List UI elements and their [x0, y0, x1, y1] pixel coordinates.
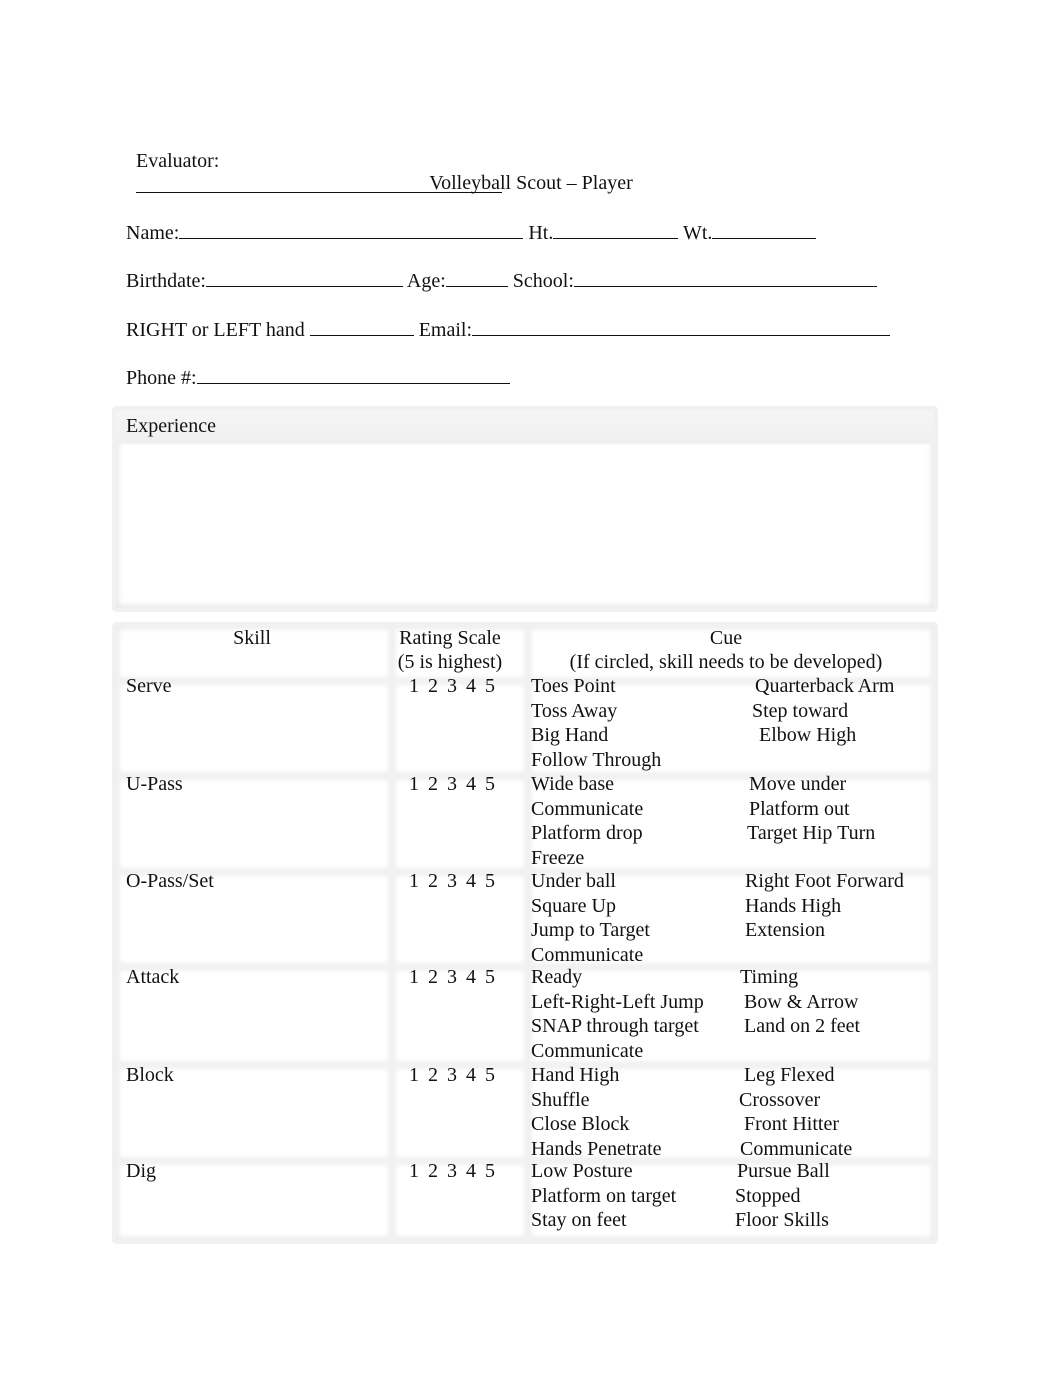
- cue-item[interactable]: Communicate: [531, 797, 643, 822]
- cue-item[interactable]: Stay on feet: [531, 1208, 627, 1233]
- skill-name: Attack: [126, 966, 180, 988]
- cue-item[interactable]: Ready: [531, 965, 582, 990]
- column-divider: [388, 626, 396, 1240]
- phone-label: Phone #:: [126, 367, 197, 389]
- header-rating-line1: Rating Scale: [399, 627, 501, 649]
- rating-scale[interactable]: 1 2 3 4 5: [409, 674, 495, 698]
- hand-email-row: RIGHT or LEFT hand Email:: [126, 316, 891, 342]
- email-blank[interactable]: [472, 316, 891, 336]
- birthdate-blank[interactable]: [205, 267, 403, 287]
- cue-item[interactable]: Extension: [745, 918, 825, 943]
- row-divider: [116, 963, 934, 971]
- weight-label: Wt.: [682, 222, 713, 244]
- height-blank[interactable]: [553, 219, 679, 239]
- cue-item[interactable]: Wide base: [531, 772, 614, 797]
- header-skill: Skill: [233, 627, 271, 649]
- skill-name: Dig: [126, 1160, 156, 1182]
- cue-item[interactable]: Toss Away: [531, 699, 617, 724]
- cue-item[interactable]: Quarterback Arm: [755, 674, 894, 699]
- cue-item[interactable]: Floor Skills: [735, 1208, 829, 1233]
- cue-item[interactable]: Platform on target: [531, 1184, 676, 1209]
- cue-item[interactable]: Move under: [749, 772, 846, 797]
- cue-item[interactable]: Hands Penetrate: [531, 1137, 662, 1162]
- cue-item[interactable]: Big Hand: [531, 723, 608, 748]
- experience-label: Experience: [126, 415, 216, 437]
- cue-item[interactable]: Toes Point: [531, 674, 616, 699]
- cue-item[interactable]: Close Block: [531, 1112, 629, 1137]
- rating-scale[interactable]: 1 2 3 4 5: [409, 965, 495, 989]
- height-label: Ht.: [528, 222, 554, 244]
- experience-header-band: [116, 410, 934, 444]
- cue-item[interactable]: Elbow High: [759, 723, 856, 748]
- rating-scale[interactable]: 1 2 3 4 5: [409, 772, 495, 796]
- cue-item[interactable]: Platform out: [749, 797, 850, 822]
- age-label: Age:: [406, 270, 446, 292]
- name-blank[interactable]: [179, 219, 524, 239]
- cue-item[interactable]: Follow Through: [531, 748, 661, 773]
- hand-label: RIGHT or LEFT hand: [126, 319, 305, 341]
- weight-blank[interactable]: [712, 219, 817, 239]
- birthdate-row: Birthdate: Age: School:: [126, 267, 877, 293]
- cue-item[interactable]: Under ball: [531, 869, 616, 894]
- cue-item[interactable]: Crossover: [739, 1088, 820, 1113]
- cue-item[interactable]: Leg Flexed: [744, 1063, 835, 1088]
- cue-item[interactable]: Land on 2 feet: [744, 1014, 860, 1039]
- cue-item[interactable]: Low Posture: [531, 1159, 633, 1184]
- cue-item[interactable]: Target Hip Turn: [747, 821, 875, 846]
- phone-blank[interactable]: [196, 364, 510, 384]
- cue-item[interactable]: Shuffle: [531, 1088, 590, 1113]
- cue-item[interactable]: Square Up: [531, 894, 616, 919]
- cue-item[interactable]: Communicate: [531, 943, 643, 968]
- cue-item[interactable]: Pursue Ball: [737, 1159, 830, 1184]
- cue-item[interactable]: Step toward: [752, 699, 848, 724]
- age-blank[interactable]: [445, 267, 508, 287]
- cue-item[interactable]: Communicate: [740, 1137, 852, 1162]
- school-label: School:: [512, 270, 574, 292]
- skill-name: U-Pass: [126, 773, 183, 795]
- email-label: Email:: [418, 319, 473, 341]
- cue-item[interactable]: Stopped: [735, 1184, 801, 1209]
- header-rating-line2: (5 is highest): [397, 651, 503, 673]
- cue-item[interactable]: Jump to Target: [531, 918, 650, 943]
- cue-item[interactable]: Freeze: [531, 846, 584, 871]
- phone-row: Phone #:: [126, 364, 510, 390]
- skill-name: Serve: [126, 675, 172, 697]
- skill-name: Block: [126, 1064, 174, 1086]
- cue-item[interactable]: Bow & Arrow: [744, 990, 858, 1015]
- page-title: Volleyball Scout – Player: [429, 172, 633, 194]
- experience-box[interactable]: [112, 406, 938, 612]
- name-row: Name: Ht. Wt.: [126, 219, 817, 245]
- cue-item[interactable]: Right Foot Forward: [745, 869, 904, 894]
- cue-item[interactable]: Left-Right-Left Jump: [531, 990, 704, 1015]
- header-cue-line1: Cue: [709, 627, 743, 649]
- rating-scale[interactable]: 1 2 3 4 5: [409, 1063, 495, 1087]
- school-blank[interactable]: [573, 267, 877, 287]
- cue-item[interactable]: Platform drop: [531, 821, 643, 846]
- name-label: Name:: [126, 222, 180, 244]
- cue-item[interactable]: Communicate: [531, 1039, 643, 1064]
- header-cue-line2: (If circled, skill needs to be developed…: [569, 651, 883, 673]
- evaluator-label: Evaluator:: [136, 150, 220, 172]
- cue-item[interactable]: Timing: [740, 965, 798, 990]
- cue-item[interactable]: Hands High: [745, 894, 841, 919]
- cue-item[interactable]: Front Hitter: [744, 1112, 839, 1137]
- birthdate-label: Birthdate:: [126, 270, 206, 292]
- rating-scale[interactable]: 1 2 3 4 5: [409, 1159, 495, 1183]
- cue-item[interactable]: Hand High: [531, 1063, 619, 1088]
- rating-scale[interactable]: 1 2 3 4 5: [409, 869, 495, 893]
- cue-item[interactable]: SNAP through target: [531, 1014, 699, 1039]
- hand-blank[interactable]: [309, 316, 414, 336]
- skill-name: O-Pass/Set: [126, 870, 214, 892]
